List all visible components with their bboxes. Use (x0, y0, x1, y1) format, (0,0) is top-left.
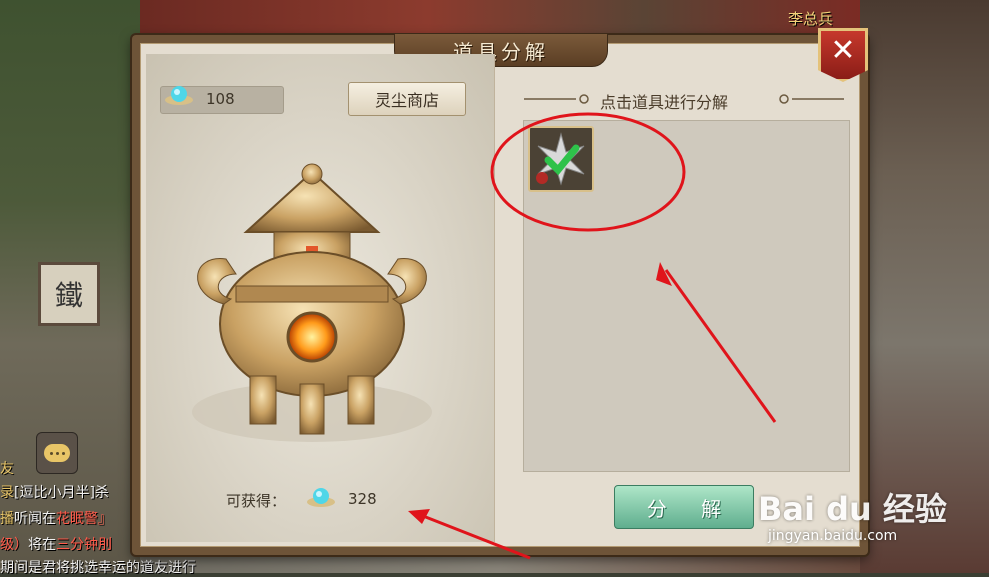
item-slot[interactable] (528, 126, 594, 192)
chat-line: 级）将在三分钟刖 (0, 537, 112, 553)
shop-sign: 鐵 (38, 262, 100, 326)
chat-line: 期间是君将挑选幸运的道友进行 (0, 560, 196, 576)
chat-line: 播听闻在花眠警』 (0, 511, 112, 527)
street-ground (140, 552, 860, 573)
npc-name[interactable]: 李总兵 (788, 8, 833, 29)
spirit-dust-icon (165, 86, 193, 105)
selected-item-icon (536, 132, 585, 186)
spirit-dust-count: 108 (206, 90, 235, 108)
obtainable-value: 328 (348, 490, 377, 508)
decompose-hint-title: 点击道具进行分解 (600, 93, 729, 112)
obtainable-label: 可获得： (226, 492, 287, 510)
watermark-logo: Bai du 经验 (758, 490, 947, 528)
chat-icon[interactable] (36, 432, 78, 474)
bronze-furnace-icon (192, 163, 432, 442)
furnace-panel (146, 54, 495, 542)
spirit-dust-icon (307, 488, 335, 507)
decompose-button[interactable]: 分 解 (614, 485, 754, 529)
chat-side-label: 友 (0, 461, 14, 477)
spirit-dust-shop-button[interactable]: 灵尘商店 (348, 82, 466, 116)
watermark-url: jingyan.baidu.com (768, 528, 898, 544)
chat-line: 录[逗比小月半]杀 (0, 485, 109, 501)
